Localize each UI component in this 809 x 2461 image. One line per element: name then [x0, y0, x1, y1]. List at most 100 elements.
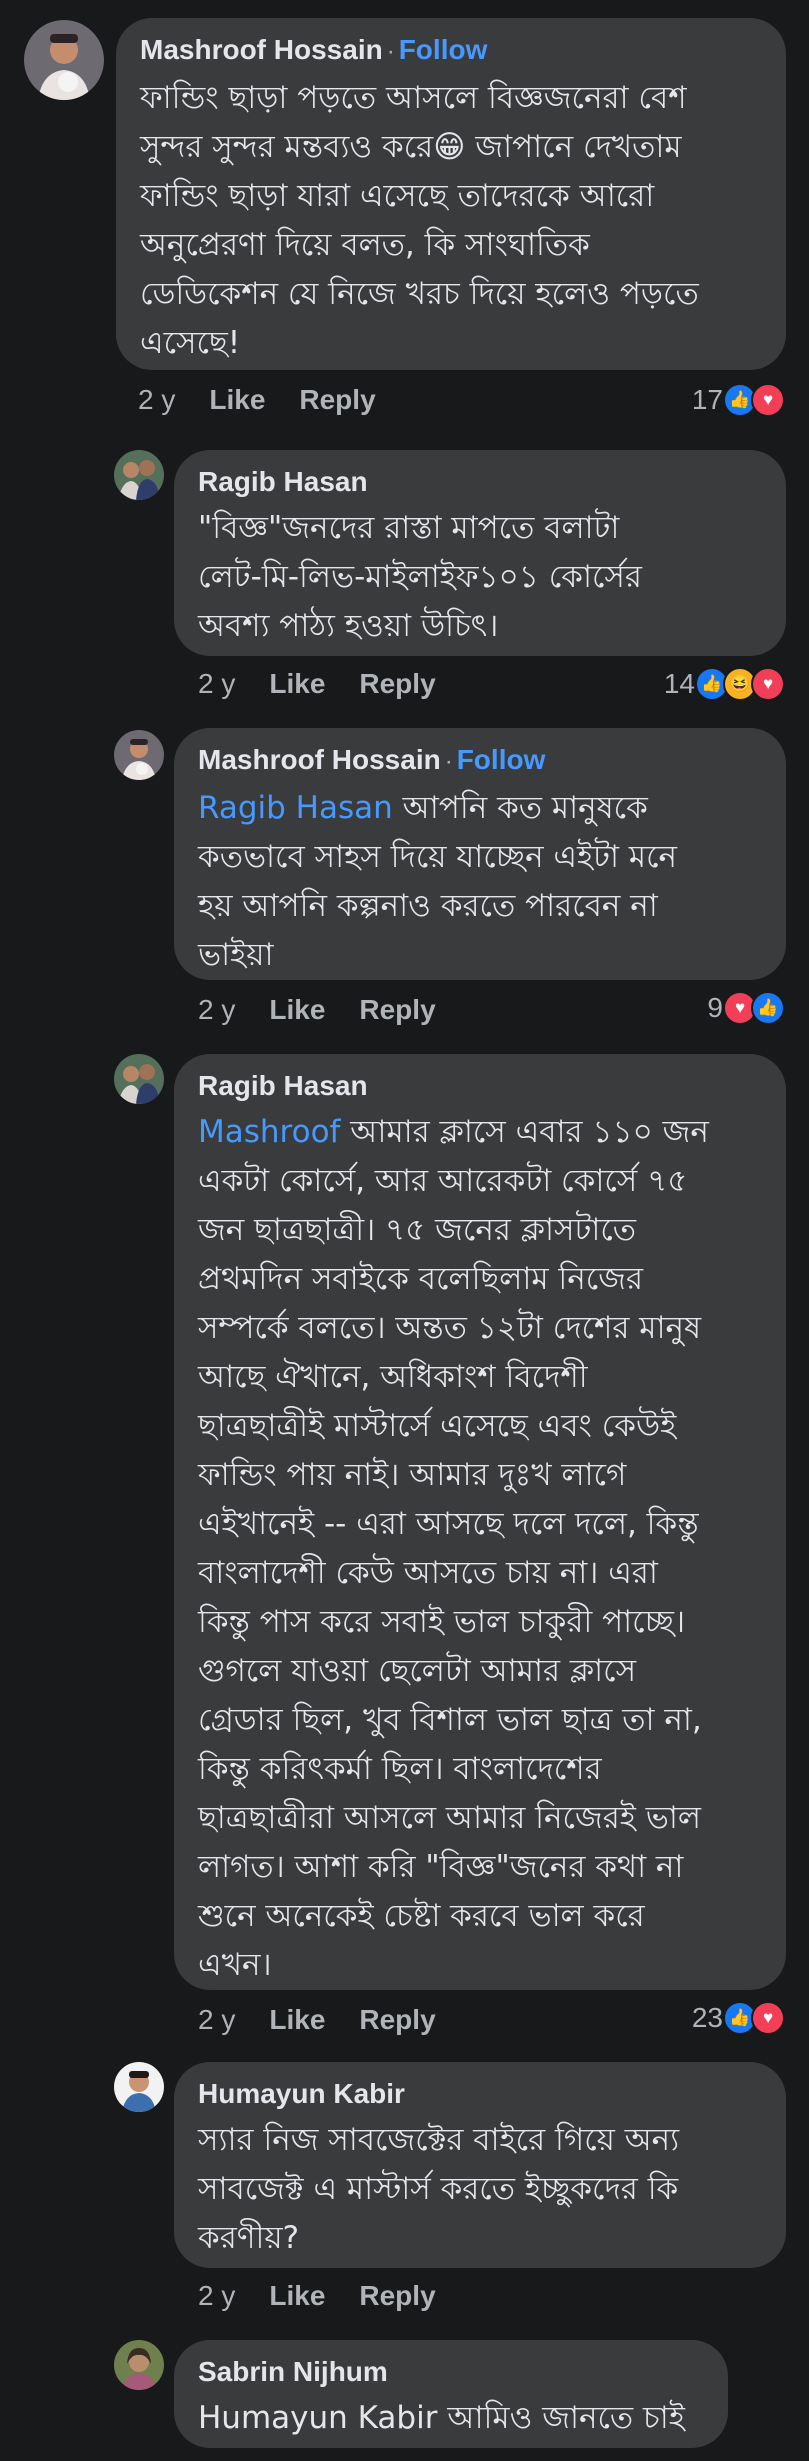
comment-bubble: Mashroof Hossain · Follow ফান্ডিং ছাড়া পড…	[116, 18, 786, 370]
comment-text: Humayun Kabir আমিও জানতে চাই	[198, 2394, 704, 2443]
author-name[interactable]: Mashroof Hossain	[140, 34, 383, 65]
comment-text: "বিজ্ঞ"জনদের রাস্তা মাপতে বলাটা লেট-মি-ল…	[198, 504, 762, 651]
comment-text-line: ডেডিকেশন যে নিজে খরচ দিয়ে হলেও পড়তে	[140, 276, 699, 312]
reply-button[interactable]: Reply	[359, 668, 435, 699]
comment-text-line: শুনে অনেকেই চেষ্টা করবে ভাল করে	[198, 1898, 645, 1934]
reaction-summary[interactable]: 23 👍 ♥	[692, 2000, 785, 2036]
reply-button[interactable]: Reply	[359, 994, 435, 1025]
comment-text-line: কিন্তু পাস করে সবাই ভাল চাকুরী পাচ্ছে।	[198, 1604, 686, 1640]
profile-photo	[114, 450, 164, 500]
comment-text-line: লেট-মি-লিভ-মাইলাইফ১০১ কোর্সের	[198, 559, 642, 595]
comment-text-line: সুন্দর সুন্দর মন্তব্যও করে😁 জাপানে দেখতা…	[140, 129, 682, 165]
comment-text-line: Mashroof আমার ক্লাসে এবার ১১০ জন	[198, 1108, 762, 1157]
avatar[interactable]	[114, 730, 164, 780]
comment-text-line: সাবজেক্ট এ মাস্টার্স করতে ইচ্ছুকদের কি	[198, 2171, 679, 2207]
comment-author-line: Mashroof Hossain · Follow	[198, 742, 762, 780]
love-icon: ♥	[751, 2001, 785, 2035]
comment: Mashroof Hossain · Follow ফান্ডিং ছাড়া পড…	[0, 0, 809, 430]
comment-text-line: ছাত্রছাত্রীই মাস্টার্সে এসেছে এবং কেউই	[198, 1408, 677, 1444]
comment-text-line: ফান্ডিং ছাড়া যারা এসেছে তাদেরকে আরো	[140, 178, 655, 214]
comment-text-line: Ragib Hasan আপনি কত মানুষকে	[198, 784, 762, 833]
comment: Mashroof Hossain · Follow Ragib Hasan আপনি…	[0, 720, 809, 1050]
comment-text-line: সম্পর্কে বলতে। অন্তত ১২টা দেশের মানুষ	[198, 1310, 702, 1346]
reaction-count: 17	[691, 384, 723, 415]
like-button[interactable]: Like	[269, 2004, 325, 2035]
profile-photo	[114, 1054, 164, 1104]
avatar[interactable]	[24, 20, 104, 100]
comment-actions: 2 y Like Reply	[198, 2278, 470, 2314]
author-name[interactable]: Mashroof Hossain	[198, 744, 441, 775]
comment-text-line: কতভাবে সাহস দিয়ে যাচ্ছেন এইটা মনে	[198, 839, 678, 875]
comment-actions: 2 y Like Reply	[198, 992, 470, 1028]
author-name[interactable]: Humayun Kabir	[198, 2078, 405, 2109]
reply-button[interactable]: Reply	[359, 2004, 435, 2035]
follow-button[interactable]: Follow	[457, 744, 546, 775]
comment-text-line: অনুপ্রেরণা দিয়ে বলত, কি সাংঘাতিক	[140, 227, 590, 263]
comment: Humayun Kabir স্যার নিজ সাবজেক্টের বাইরে…	[0, 2050, 809, 2320]
comment-text-line: কিন্তু করিৎকর্মা ছিল। বাংলাদেশের	[198, 1751, 602, 1787]
comment-bubble: Sabrin Nijhum Humayun Kabir আমিও জানতে চ…	[174, 2340, 728, 2448]
comment-text-line: ভাইয়া	[198, 937, 274, 973]
comment-text-line: "বিজ্ঞ"জনদের রাস্তা মাপতে বলাটা	[198, 510, 620, 546]
comment: Sabrin Nijhum Humayun Kabir আমিও জানতে চ…	[0, 2330, 809, 2461]
like-button[interactable]: Like	[209, 384, 265, 415]
comment-text-fragment: আমার ক্লাসে এবার ১১০ জন	[340, 1114, 709, 1150]
avatar[interactable]	[114, 1054, 164, 1104]
comment-timestamp[interactable]: 2 y	[198, 2004, 235, 2035]
reaction-summary[interactable]: 9 ♥ 👍	[707, 990, 785, 1026]
comment-text-line: হয় আপনি কল্পনাও করতে পারবেন না	[198, 888, 658, 924]
comment-text-line: ছাত্রছাত্রীরা আসলে আমার নিজেরই ভাল	[198, 1800, 701, 1836]
reaction-summary[interactable]: 14 👍 😆 ♥	[664, 666, 785, 702]
comment-bubble: Ragib Hasan "বিজ্ঞ"জনদের রাস্তা মাপতে বল…	[174, 450, 786, 656]
comment-text-line: করণীয়?	[198, 2220, 300, 2256]
comment-author-line: Ragib Hasan	[198, 464, 762, 500]
comment-bubble: Ragib Hasan Mashroof আমার ক্লাসে এবার ১১…	[174, 1054, 786, 1990]
comment-text-line: এখন।	[198, 1947, 272, 1983]
like-button[interactable]: Like	[269, 2280, 325, 2311]
profile-photo	[24, 20, 104, 100]
comment-text-line: বাংলাদেশী কেউ আসতে চায় না। এরা	[198, 1555, 658, 1591]
reaction-count: 23	[691, 2002, 723, 2033]
reply-button[interactable]: Reply	[359, 2280, 435, 2311]
comment-author-line: Sabrin Nijhum	[198, 2354, 704, 2390]
comment: Ragib Hasan "বিজ্ঞ"জনদের রাস্তা মাপতে বল…	[0, 440, 809, 710]
love-icon: ♥	[751, 383, 785, 417]
reply-button[interactable]: Reply	[299, 384, 375, 415]
profile-photo	[114, 730, 164, 780]
reaction-summary[interactable]: 17 👍 ♥	[692, 382, 785, 418]
comment-text-line: Humayun Kabir আমিও জানতে চাই	[198, 2394, 704, 2443]
reaction-count: 14	[663, 668, 695, 699]
comment-author-line: Humayun Kabir	[198, 2076, 762, 2112]
follow-button[interactable]: Follow	[399, 34, 488, 65]
comment-author-line: Mashroof Hossain · Follow	[140, 32, 762, 70]
avatar[interactable]	[114, 2340, 164, 2390]
mention-link[interactable]: Ragib Hasan	[198, 790, 393, 826]
comment-timestamp[interactable]: 2 y	[138, 384, 175, 415]
avatar[interactable]	[114, 2062, 164, 2112]
avatar[interactable]	[114, 450, 164, 500]
like-button[interactable]: Like	[269, 668, 325, 699]
author-name[interactable]: Ragib Hasan	[198, 1070, 368, 1101]
comment-timestamp[interactable]: 2 y	[198, 668, 235, 699]
mention-link[interactable]: Mashroof	[198, 1114, 340, 1150]
comment-text-line: এসেছে!	[140, 325, 241, 361]
comment-text-line: ফান্ডিং পায় নাই। আমার দুঃখ লাগে	[198, 1457, 627, 1493]
comment-actions: 2 y Like Reply	[198, 666, 470, 702]
comment-text-fragment: আপনি কত মানুষকে	[392, 790, 648, 826]
comment-text-line: ফান্ডিং ছাড়া পড়তে আসলে বিজ্ঞজনেরা বেশ	[140, 80, 687, 116]
mention-link[interactable]: Humayun Kabir	[198, 2400, 437, 2436]
comment-bubble: Mashroof Hossain · Follow Ragib Hasan আপনি…	[174, 728, 786, 980]
comment-timestamp[interactable]: 2 y	[198, 994, 235, 1025]
comment-actions: 2 y Like Reply	[198, 2002, 470, 2038]
comment-text-line: এইখানেই -- এরা আসছে দলে দলে, কিন্তু	[198, 1506, 699, 1542]
comment-text-line: লাগত। আশা করি "বিজ্ঞ"জনের কথা না	[198, 1849, 684, 1885]
like-button[interactable]: Like	[269, 994, 325, 1025]
comment-author-line: Ragib Hasan	[198, 1068, 762, 1104]
comment-text: ফান্ডিং ছাড়া পড়তে আসলে বিজ্ঞজনেরা বেশ …	[140, 74, 762, 368]
comment-text-line: প্রথমদিন সবাইকে বলেছিলাম নিজের	[198, 1261, 644, 1297]
author-name[interactable]: Ragib Hasan	[198, 466, 368, 497]
comment-text-line: জন ছাত্রছাত্রী। ৭৫ জনের ক্লাসটাতে	[198, 1212, 637, 1248]
comment-text-line: একটা কোর্সে, আর আরেকটা কোর্সে ৭৫	[198, 1163, 688, 1199]
author-name[interactable]: Sabrin Nijhum	[198, 2356, 388, 2387]
comment-timestamp[interactable]: 2 y	[198, 2280, 235, 2311]
